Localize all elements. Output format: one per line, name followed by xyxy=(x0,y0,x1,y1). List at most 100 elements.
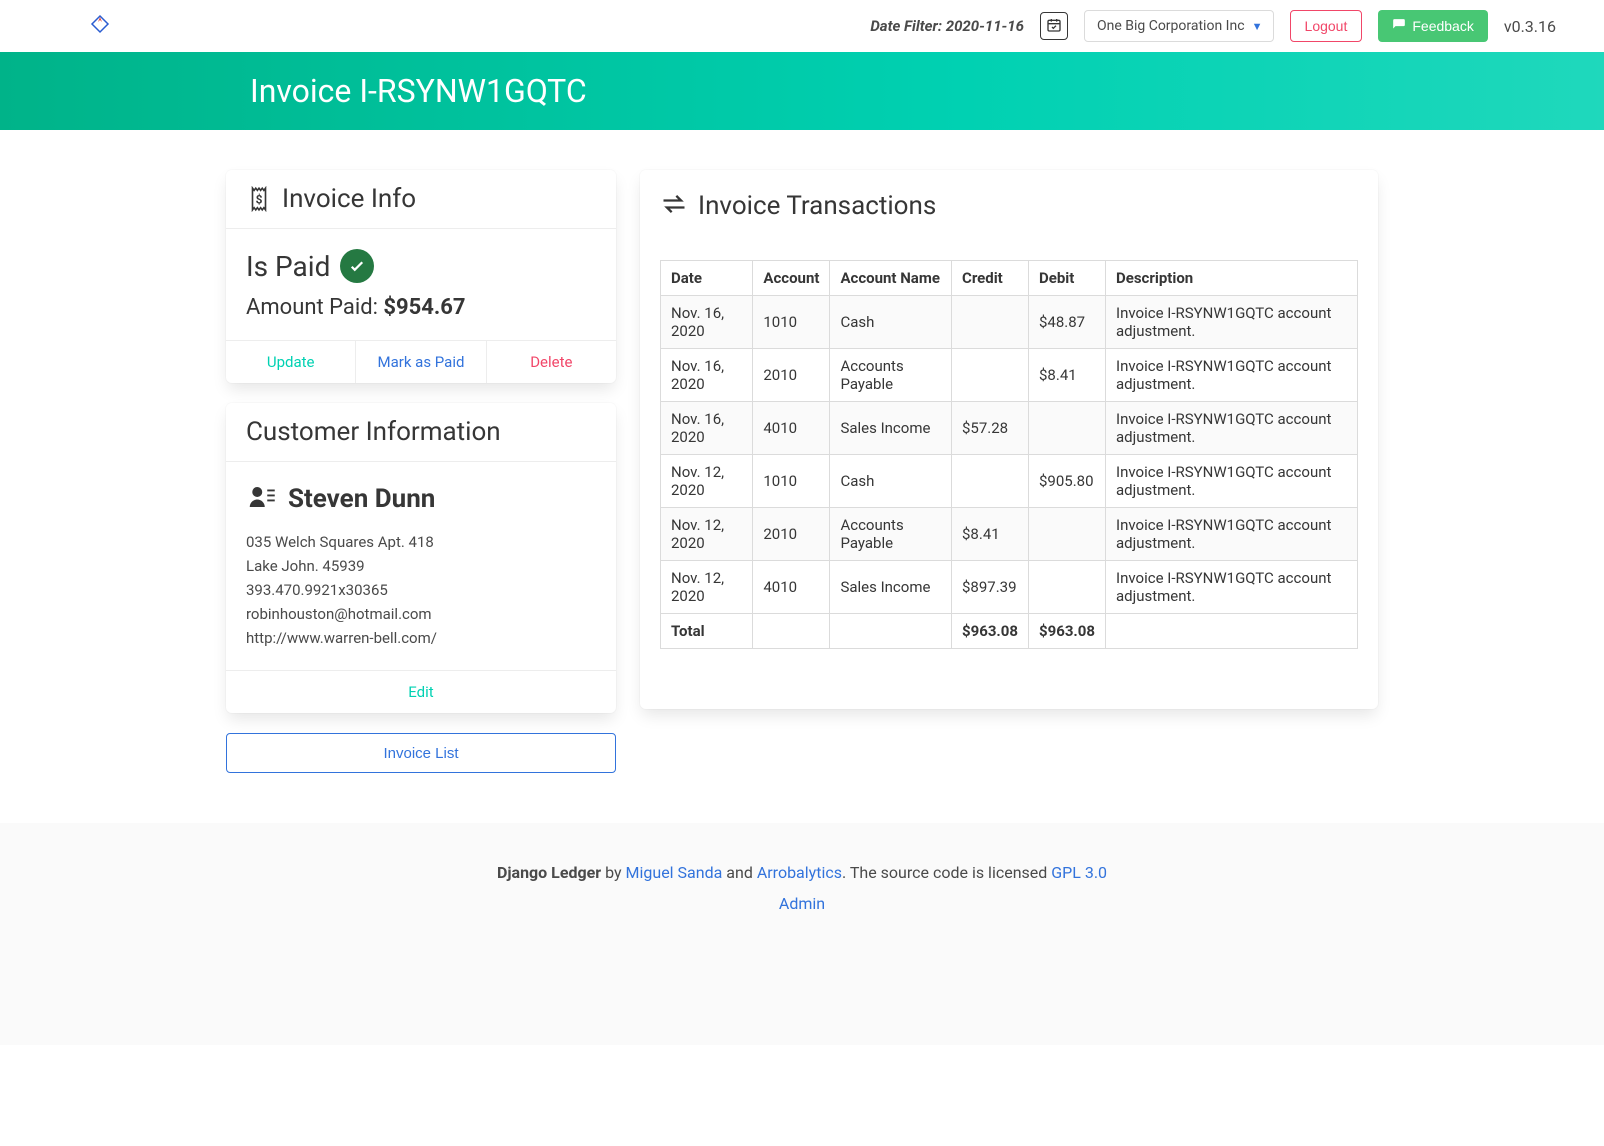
cell-debit xyxy=(1029,561,1106,614)
cell-account: 1010 xyxy=(753,455,830,508)
footer-author1-link[interactable]: Miguel Sanda xyxy=(626,863,723,882)
cell-debit xyxy=(1029,402,1106,455)
cell-account_name: Sales Income xyxy=(830,402,952,455)
customer-email: robinhouston@hotmail.com xyxy=(246,602,596,626)
calendar-button[interactable] xyxy=(1040,12,1068,40)
invoice-dollar-icon: $ xyxy=(246,186,272,212)
cell-description: Invoice I-RSYNW1GQTC account adjustment. xyxy=(1106,402,1358,455)
table-row: Nov. 16, 20204010Sales Income$57.28 Invoi… xyxy=(661,402,1358,455)
chevron-down-icon: ▼ xyxy=(1252,20,1263,33)
col-credit: Credit xyxy=(952,261,1029,296)
table-row: Nov. 12, 20202010Accounts Payable$8.41 In… xyxy=(661,508,1358,561)
feedback-button[interactable]: Feedback xyxy=(1378,10,1487,42)
cell-credit xyxy=(952,455,1029,508)
cell-account: 4010 xyxy=(753,561,830,614)
cell-credit: $57.28 xyxy=(952,402,1029,455)
col-debit: Debit xyxy=(1029,261,1106,296)
total-cell-2 xyxy=(830,614,952,649)
total-cell-3: $963.08 xyxy=(952,614,1029,649)
total-cell-1 xyxy=(753,614,830,649)
cell-debit: $905.80 xyxy=(1029,455,1106,508)
cell-credit: $897.39 xyxy=(952,561,1029,614)
cell-account_name: Accounts Payable xyxy=(830,349,952,402)
topbar: Date Filter: 2020-11-16 One Big Corporat… xyxy=(0,0,1604,52)
customer-phone: 393.470.9921x30365 xyxy=(246,578,596,602)
cell-debit xyxy=(1029,508,1106,561)
cell-description: Invoice I-RSYNW1GQTC account adjustment. xyxy=(1106,508,1358,561)
address-card-icon xyxy=(246,482,276,516)
cell-account: 2010 xyxy=(753,349,830,402)
page-title: Invoice I-RSYNW1GQTC xyxy=(250,72,1354,110)
cell-description: Invoice I-RSYNW1GQTC account adjustment. xyxy=(1106,455,1358,508)
table-row: Nov. 16, 20202010Accounts Payable $8.41In… xyxy=(661,349,1358,402)
table-row: Nov. 12, 20201010Cash $905.80Invoice I-RS… xyxy=(661,455,1358,508)
cell-account: 4010 xyxy=(753,402,830,455)
col-description: Description xyxy=(1106,261,1358,296)
edit-customer-button[interactable]: Edit xyxy=(226,671,616,713)
footer-license-link[interactable]: GPL 3.0 xyxy=(1051,863,1107,882)
entity-select[interactable]: One Big Corporation Inc ▼ xyxy=(1084,10,1274,42)
cell-account_name: Accounts Payable xyxy=(830,508,952,561)
invoice-list-button[interactable]: Invoice List xyxy=(226,733,616,773)
cell-debit: $8.41 xyxy=(1029,349,1106,402)
cell-date: Nov. 16, 2020 xyxy=(661,349,753,402)
cell-date: Nov. 16, 2020 xyxy=(661,402,753,455)
total-cell-5 xyxy=(1106,614,1358,649)
is-paid-label: Is Paid xyxy=(246,250,330,283)
cell-credit xyxy=(952,296,1029,349)
cell-description: Invoice I-RSYNW1GQTC account adjustment. xyxy=(1106,296,1358,349)
date-filter-label: Date Filter: 2020-11-16 xyxy=(870,17,1024,35)
footer-admin-link[interactable]: Admin xyxy=(779,894,825,913)
transactions-table: Date Account Account Name Credit Debit D… xyxy=(660,260,1358,649)
total-cell-4: $963.08 xyxy=(1029,614,1106,649)
cell-credit xyxy=(952,349,1029,402)
calendar-check-icon xyxy=(1046,17,1062,36)
feedback-label: Feedback xyxy=(1412,18,1473,34)
total-cell-0: Total xyxy=(661,614,753,649)
svg-text:$: $ xyxy=(256,192,263,206)
comment-icon xyxy=(1392,18,1406,35)
amount-paid-label: Amount Paid: xyxy=(246,295,383,320)
paid-check-icon xyxy=(340,249,374,283)
customer-info-card: Customer Information Steven Dunn xyxy=(226,403,616,713)
app-logo-icon[interactable] xyxy=(88,14,112,38)
cell-date: Nov. 12, 2020 xyxy=(661,455,753,508)
cell-credit: $8.41 xyxy=(952,508,1029,561)
customer-address2: Lake John. 45939 xyxy=(246,554,596,578)
table-total-row: Total $963.08$963.08 xyxy=(661,614,1358,649)
transactions-header: Invoice Transactions xyxy=(698,191,936,221)
mark-paid-button[interactable]: Mark as Paid xyxy=(355,341,485,383)
cell-description: Invoice I-RSYNW1GQTC account adjustment. xyxy=(1106,349,1358,402)
customer-info-header: Customer Information xyxy=(246,417,501,447)
customer-address1: 035 Welch Squares Apt. 418 xyxy=(246,530,596,554)
transactions-card: Invoice Transactions Date Account Accoun… xyxy=(640,170,1378,709)
table-row: Nov. 12, 20204010Sales Income$897.39Invo… xyxy=(661,561,1358,614)
update-button[interactable]: Update xyxy=(226,341,355,383)
amount-paid-value: $954.67 xyxy=(383,295,465,320)
table-row: Nov. 16, 20201010Cash $48.87Invoice I-RSY… xyxy=(661,296,1358,349)
cell-account: 2010 xyxy=(753,508,830,561)
footer-author2-link[interactable]: Arrobalytics xyxy=(757,863,842,882)
cell-date: Nov. 12, 2020 xyxy=(661,561,753,614)
customer-website: http://www.warren-bell.com/ xyxy=(246,626,596,650)
version-label: v0.3.16 xyxy=(1504,17,1556,36)
col-account-name: Account Name xyxy=(830,261,952,296)
cell-account_name: Cash xyxy=(830,296,952,349)
footer-project: Django Ledger xyxy=(497,863,601,882)
page-hero: Invoice I-RSYNW1GQTC xyxy=(0,52,1604,130)
cell-date: Nov. 16, 2020 xyxy=(661,296,753,349)
invoice-info-header: Invoice Info xyxy=(282,184,416,214)
col-date: Date xyxy=(661,261,753,296)
customer-name: Steven Dunn xyxy=(288,484,435,514)
entity-select-value: One Big Corporation Inc xyxy=(1097,18,1245,34)
table-header-row: Date Account Account Name Credit Debit D… xyxy=(661,261,1358,296)
cell-date: Nov. 12, 2020 xyxy=(661,508,753,561)
exchange-icon xyxy=(660,190,688,222)
page-footer: Django Ledger by Miguel Sanda and Arroba… xyxy=(0,823,1604,1045)
cell-account_name: Cash xyxy=(830,455,952,508)
cell-debit: $48.87 xyxy=(1029,296,1106,349)
delete-button[interactable]: Delete xyxy=(486,341,616,383)
cell-account_name: Sales Income xyxy=(830,561,952,614)
cell-account: 1010 xyxy=(753,296,830,349)
logout-button[interactable]: Logout xyxy=(1290,10,1363,42)
